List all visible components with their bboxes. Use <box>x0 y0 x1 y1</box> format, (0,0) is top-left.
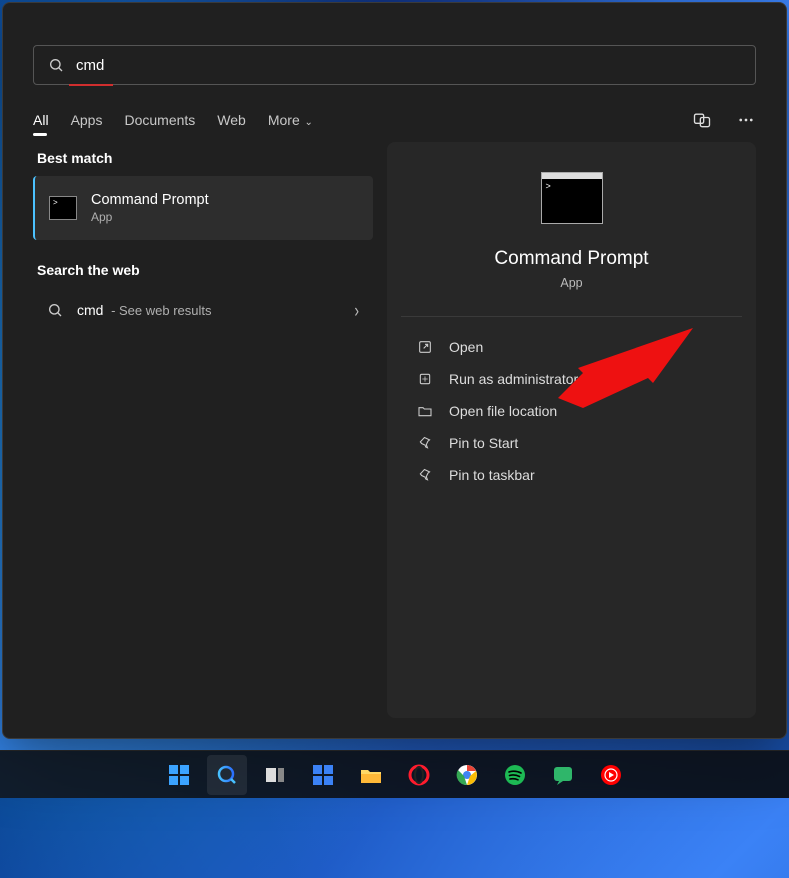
folder-icon <box>417 403 433 419</box>
action-label: Open <box>449 339 483 355</box>
search-box[interactable] <box>33 45 756 85</box>
shield-icon <box>417 371 433 387</box>
taskbar-task-view[interactable] <box>255 755 295 795</box>
web-search-item[interactable]: cmd - See web results › <box>33 288 373 332</box>
more-options-icon[interactable] <box>736 110 756 130</box>
action-label: Pin to taskbar <box>449 467 535 483</box>
action-label: Run as administrator <box>449 371 578 387</box>
search-icon <box>47 302 63 318</box>
web-suffix: - See web results <box>107 303 211 318</box>
taskbar-chrome[interactable] <box>447 755 487 795</box>
pin-icon <box>417 435 433 451</box>
action-open-file-location[interactable]: Open file location <box>411 395 732 427</box>
cmd-large-icon <box>541 172 603 224</box>
tab-all[interactable]: All <box>33 112 49 128</box>
chevron-down-icon: ⌄ <box>302 117 313 128</box>
start-search-panel: All Apps Documents Web More ⌄ Best match… <box>2 2 787 739</box>
details-pane: Command Prompt App Open Run as administr… <box>387 142 756 718</box>
search-input[interactable] <box>76 57 741 74</box>
details-subtitle: App <box>560 276 582 290</box>
open-icon <box>417 339 433 355</box>
web-query: cmd <box>77 302 103 318</box>
taskbar <box>0 750 789 798</box>
taskbar-search[interactable] <box>207 755 247 795</box>
action-label: Open file location <box>449 403 557 419</box>
taskbar-spotify[interactable] <box>495 755 535 795</box>
action-run-admin[interactable]: Run as administrator <box>411 363 732 395</box>
pin-icon <box>417 467 433 483</box>
taskbar-chat[interactable] <box>543 755 583 795</box>
search-web-header: Search the web <box>33 254 373 288</box>
tab-more[interactable]: More ⌄ <box>268 112 313 128</box>
action-pin-start[interactable]: Pin to Start <box>411 427 732 459</box>
taskbar-file-explorer[interactable] <box>351 755 391 795</box>
tab-documents[interactable]: Documents <box>124 112 195 128</box>
taskbar-opera[interactable] <box>399 755 439 795</box>
best-match-item[interactable]: Command Prompt App <box>33 176 373 240</box>
start-button[interactable] <box>159 755 199 795</box>
best-match-subtitle: App <box>91 210 209 224</box>
action-label: Pin to Start <box>449 435 518 451</box>
search-icon <box>48 57 64 73</box>
results-list: Best match Command Prompt App Search the… <box>33 142 373 718</box>
chevron-right-icon: › <box>354 299 359 321</box>
filter-tabs: All Apps Documents Web More ⌄ <box>3 86 786 130</box>
details-title: Command Prompt <box>494 248 648 270</box>
tab-web[interactable]: Web <box>217 112 246 128</box>
cmd-icon <box>49 196 77 220</box>
best-match-title: Command Prompt <box>91 192 209 208</box>
taskbar-widgets[interactable] <box>303 755 343 795</box>
action-open[interactable]: Open <box>411 331 732 363</box>
action-pin-taskbar[interactable]: Pin to taskbar <box>411 459 732 491</box>
best-match-header: Best match <box>33 142 373 176</box>
taskbar-youtube-music[interactable] <box>591 755 631 795</box>
tab-apps[interactable]: Apps <box>71 112 103 128</box>
feedback-icon[interactable] <box>692 110 712 130</box>
